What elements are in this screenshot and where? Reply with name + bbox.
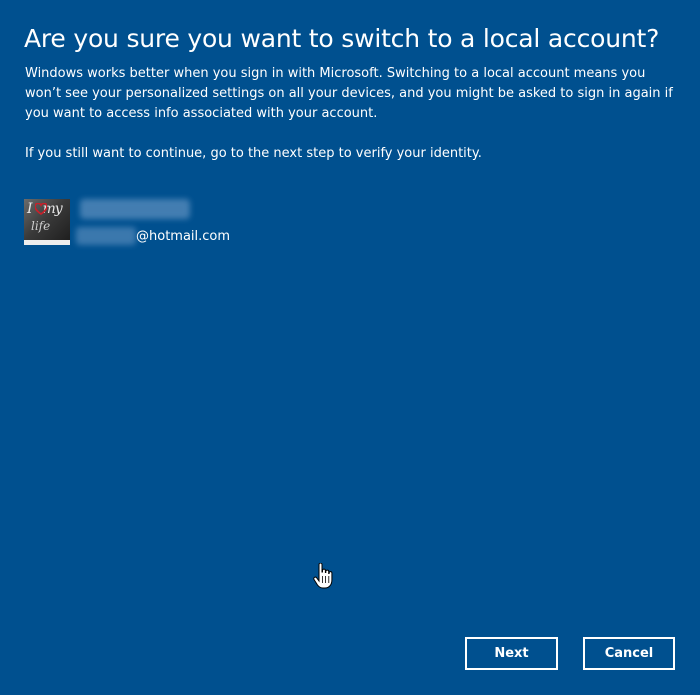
heart-icon <box>35 203 47 215</box>
avatar-strip <box>24 240 70 245</box>
account-name-redacted <box>80 199 190 219</box>
email-user-redacted <box>76 227 136 245</box>
account-info: Imy life @hotmail.com <box>24 199 424 247</box>
next-button[interactable]: Next <box>465 637 558 670</box>
avatar: Imy life <box>24 199 70 245</box>
switch-local-account-dialog: Are you sure you want to switch to a loc… <box>0 0 700 695</box>
account-email: @hotmail.com <box>136 229 231 244</box>
avatar-text-life: life <box>31 219 51 233</box>
hand-pointer-icon <box>313 563 333 589</box>
page-title: Are you sure you want to switch to a loc… <box>24 24 660 53</box>
description-text: Windows works better when you sign in wi… <box>25 66 673 121</box>
cancel-button[interactable]: Cancel <box>583 637 675 670</box>
instruction-text: If you still want to continue, go to the… <box>25 146 482 161</box>
